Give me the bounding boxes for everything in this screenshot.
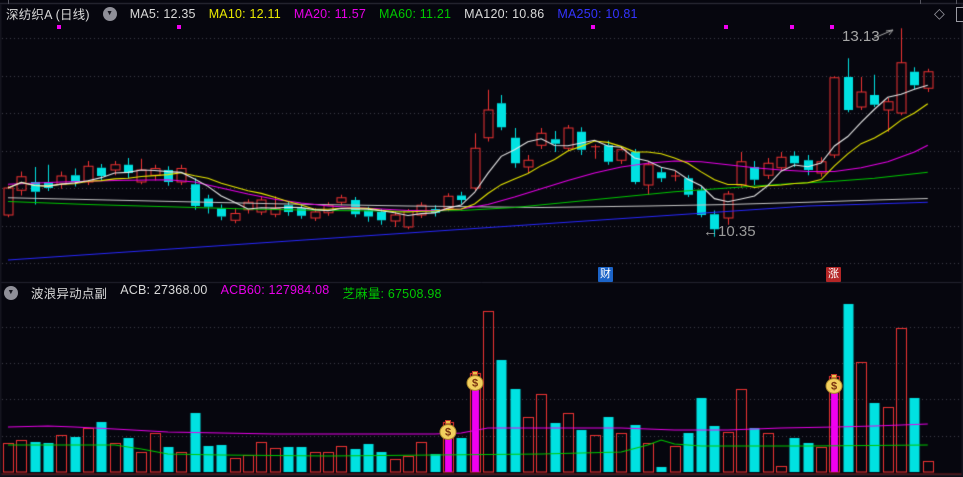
ma-value-label: MA120: 10.86 xyxy=(464,6,545,21)
diamond-icon[interactable]: ◇ xyxy=(934,5,945,22)
svg-text:$: $ xyxy=(445,427,451,439)
stock-chart-window: 深纺织A (日线) ▼ MA5: 12.35 MA10: 12.11 MA20: 1… xyxy=(0,0,963,477)
indicator-value-label: ACB60: 127984.08 xyxy=(220,283,330,297)
indicator-legend: ACB: 27368.00 ACB60: 127984.08 芝麻量: 67508.… xyxy=(120,283,441,302)
ma-value-label: MA5: 12.35 xyxy=(129,6,196,21)
stock-title: 深纺织A (日线) xyxy=(6,8,90,22)
signal-dot-icon xyxy=(723,25,728,29)
signal-dot-icon xyxy=(790,25,795,29)
indicator-value-label: ACB: 27368.00 xyxy=(120,283,208,297)
sub-panel-header: ▼ 波浪异动点副 ACB: 27368.00 ACB60: 127984.08 芝麻… xyxy=(4,283,442,302)
ma-value-label: MA250: 10.81 xyxy=(557,6,638,21)
ma-legend: MA5: 12.35 MA10: 12.11 MA20: 11.57 MA60: 11… xyxy=(130,7,638,21)
partial-toolbar-button[interactable] xyxy=(956,7,963,22)
signal-dot-icon xyxy=(177,25,182,29)
indicator-title: 波浪异动点副 xyxy=(31,287,108,301)
money-bag-icon: $ xyxy=(825,374,843,394)
indicator-value-label: 芝麻量: 67508.98 xyxy=(342,287,442,301)
ma-value-label: MA60: 11.21 xyxy=(379,6,452,21)
main-panel-header: 深纺织A (日线) ▼ MA5: 12.35 MA10: 12.11 MA20: 1… xyxy=(6,4,638,23)
event-badge: 涨 xyxy=(826,267,841,282)
collapse-chevron-icon[interactable]: ▼ xyxy=(4,285,18,300)
money-bag-icon: $ xyxy=(439,420,457,440)
ruler-tick xyxy=(956,0,957,4)
signal-dot-icon xyxy=(830,25,835,29)
ma-value-label: MA20: 11.57 xyxy=(293,6,366,21)
signal-dot-icon xyxy=(590,25,595,29)
signal-dot-icon xyxy=(57,25,62,29)
event-badge: 财 xyxy=(598,267,613,282)
svg-text:$: $ xyxy=(471,378,477,390)
low-price-annotation: ←10.35 xyxy=(703,223,756,240)
collapse-chevron-icon[interactable]: ▼ xyxy=(102,6,117,21)
high-price-annotation: 13.13 xyxy=(842,28,880,45)
svg-text:$: $ xyxy=(831,381,837,393)
money-bag-icon: $ xyxy=(466,371,484,391)
ma-value-label: MA10: 12.11 xyxy=(208,6,281,21)
ruler-tick xyxy=(920,0,921,4)
kline-chart-canvas[interactable] xyxy=(0,0,963,477)
